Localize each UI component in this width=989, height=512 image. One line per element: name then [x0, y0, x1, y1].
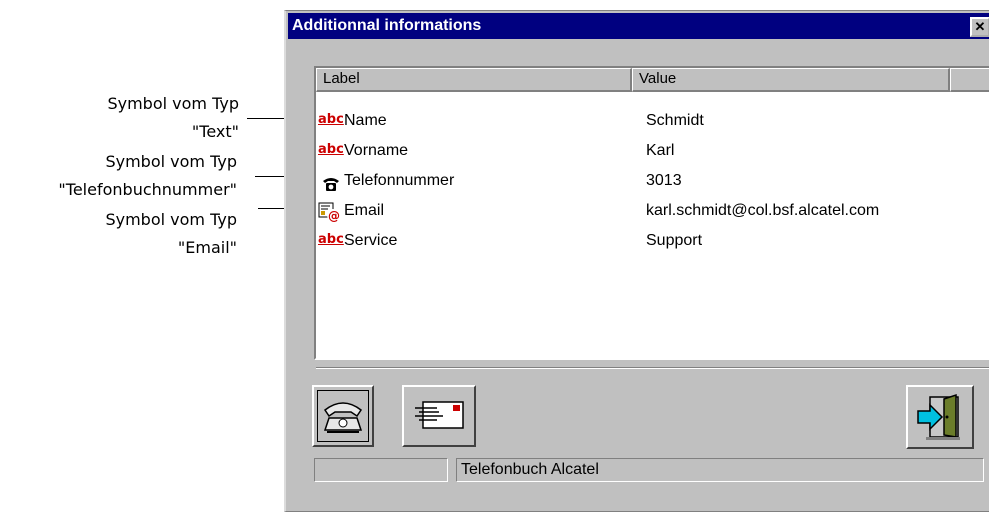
row-value: karl.schmidt@col.bsf.alcatel.com: [646, 202, 880, 219]
column-header-value[interactable]: Value: [632, 68, 950, 92]
table-row[interactable]: @ Email karl.schmidt@col.bsf.alcatel.com: [316, 196, 989, 226]
row-value: Schmidt: [646, 112, 704, 129]
info-list[interactable]: Label Value abc Name Schmidt abc Vorname…: [314, 66, 989, 360]
telephone-icon: [323, 402, 363, 433]
svg-text:@: @: [328, 209, 340, 222]
telephone-button[interactable]: [312, 385, 374, 447]
table-row[interactable]: Telefonnummer 3013: [316, 166, 989, 196]
text-icon: abc: [318, 112, 344, 127]
separator: [316, 367, 989, 369]
status-left-panel: [314, 458, 448, 482]
row-value: Karl: [646, 142, 675, 159]
row-label: Telefonnummer: [344, 172, 455, 189]
column-header-filler: [950, 68, 989, 92]
send-mail-button[interactable]: [402, 385, 476, 447]
row-label: Name: [344, 112, 387, 129]
row-label: Email: [344, 202, 385, 219]
title-bar: Additionnal informations ✕: [288, 13, 989, 39]
text-icon: abc: [318, 142, 344, 157]
table-row[interactable]: abc Vorname Karl: [316, 136, 989, 166]
list-header: Label Value: [316, 68, 989, 92]
dialog-title: Additionnal informations: [292, 17, 482, 34]
table-row[interactable]: abc Service Support: [316, 226, 989, 256]
row-label: Vorname: [344, 142, 409, 159]
exit-door-icon: [917, 393, 960, 440]
status-text: Telefonbuch Alcatel: [456, 458, 984, 482]
annotation-phone-symbol: Symbol vom Typ "Telefonbuchnummer": [58, 152, 237, 199]
annotation-text-symbol: Symbol vom Typ "Text": [107, 94, 239, 141]
column-header-label[interactable]: Label: [316, 68, 632, 92]
row-label: Service: [344, 232, 398, 249]
exit-button[interactable]: [906, 385, 974, 449]
row-value: Support: [646, 232, 703, 249]
table-row[interactable]: abc Name Schmidt: [316, 106, 989, 136]
row-value: 3013: [646, 172, 682, 189]
close-icon: ✕: [974, 19, 986, 34]
additional-info-dialog: Additionnal informations ✕ Label Value a…: [284, 10, 989, 512]
annotation-email-symbol: Symbol vom Typ "Email": [105, 210, 237, 257]
text-icon: abc: [318, 232, 344, 247]
envelope-icon: [415, 401, 464, 429]
close-button[interactable]: ✕: [970, 17, 989, 37]
